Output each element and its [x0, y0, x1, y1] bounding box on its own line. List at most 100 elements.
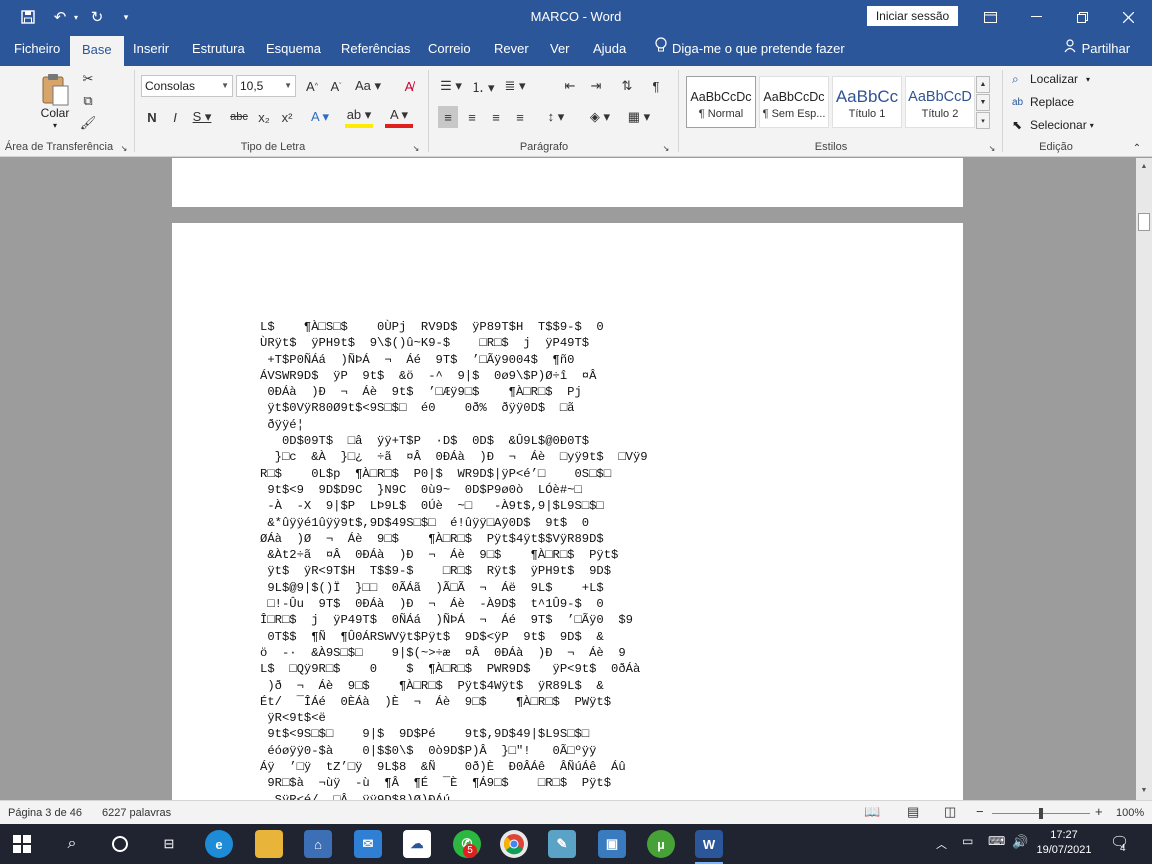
zoom-in-icon[interactable]: + [1095, 804, 1103, 819]
zoom-slider[interactable] [992, 808, 1090, 819]
close-icon[interactable] [1105, 0, 1151, 34]
notepad-icon[interactable]: ✎ [548, 830, 576, 858]
paragraph-launcher-icon[interactable]: ↘ [660, 142, 672, 154]
pilcrow-icon[interactable]: ¶ [646, 76, 666, 96]
utorrent-icon[interactable]: µ [647, 830, 675, 858]
shrink-font-icon[interactable]: Aˇ [326, 76, 346, 96]
ribbon-display-options-icon[interactable] [967, 0, 1013, 34]
highlight-icon[interactable]: ab ▾ [345, 106, 373, 128]
styles-launcher-icon[interactable]: ↘ [986, 142, 998, 154]
tab-correio[interactable]: Correio [426, 34, 473, 66]
clear-formatting-icon[interactable]: A̸ [398, 76, 420, 96]
minimize-icon[interactable] [1013, 0, 1059, 34]
italic-icon[interactable]: I [166, 106, 184, 128]
tab-ver[interactable]: Ver [548, 34, 572, 66]
tab-ficheiro[interactable]: Ficheiro [12, 34, 62, 66]
line-spacing-icon[interactable]: ↕ ▾ [542, 106, 570, 128]
word-icon[interactable]: W [695, 830, 723, 858]
document-text[interactable]: L$ ¶À□S□$ 0ÙPj RV9D$ ÿP89T$H T$$9-$ 0 ÙR… [260, 319, 880, 800]
search-icon[interactable]: ⌕ [58, 830, 86, 858]
chevron-up-icon[interactable]: ︿ [936, 836, 947, 852]
find-button[interactable]: ⌕ Localizar ▾ [1012, 70, 1090, 88]
document-page[interactable]: L$ ¶À□S□$ 0ÙPj RV9D$ ÿP89T$H T$$9-$ 0 ÙR… [172, 223, 963, 800]
strikethrough-icon[interactable]: abc [228, 106, 250, 128]
keyboard-icon[interactable]: ⌨ [988, 834, 1005, 848]
scrollbar-thumb[interactable] [1138, 213, 1150, 231]
control-panel-icon[interactable]: ▣ [598, 830, 626, 858]
borders-icon[interactable]: ▦ ▾ [625, 106, 653, 128]
font-launcher-icon[interactable]: ↘ [410, 142, 422, 154]
tell-me-search[interactable]: Diga-me o que pretende fazer [650, 34, 845, 66]
style-heading-1[interactable]: AaBbCc Título 1 [832, 76, 902, 128]
align-center-icon[interactable]: ≡ [462, 106, 482, 128]
tab-inserir[interactable]: Inserir [131, 34, 171, 66]
bullets-icon[interactable]: ☰ ▾ [438, 76, 464, 96]
font-name-combo[interactable]: Consolas ▼ [141, 75, 233, 97]
scroll-up-icon[interactable]: ▲ [1138, 160, 1150, 174]
shading-icon[interactable]: ◈ ▾ [586, 106, 614, 128]
web-layout-icon[interactable]: ◫ [944, 804, 956, 820]
zoom-slider-thumb[interactable] [1039, 808, 1043, 819]
undo-dropdown-icon[interactable]: ▾ [70, 0, 82, 34]
mail-icon[interactable]: ✉ [354, 830, 382, 858]
redo-icon[interactable]: ↻ [85, 0, 109, 34]
windows-start-icon[interactable] [8, 830, 36, 858]
numbering-icon[interactable]: ⒈ ▾ [470, 76, 496, 96]
bold-icon[interactable]: N [143, 106, 161, 128]
subscript-icon[interactable]: x₂ [254, 106, 274, 128]
file-explorer-icon[interactable] [255, 830, 283, 858]
tab-estrutura[interactable]: Estrutura [190, 34, 247, 66]
customize-toolbar-icon[interactable]: ▾ [118, 0, 134, 34]
scroll-down-icon[interactable]: ▼ [1138, 784, 1150, 798]
tab-esquema[interactable]: Esquema [264, 34, 323, 66]
sort-icon[interactable]: ⇅ [617, 76, 637, 96]
style-no-spacing[interactable]: AaBbCcDc ¶ Sem Esp... [759, 76, 829, 128]
task-view-icon[interactable]: ⊟ [155, 830, 183, 858]
multilevel-list-icon[interactable]: ≣ ▾ [502, 76, 528, 96]
read-mode-icon[interactable]: 📖 [864, 804, 880, 820]
styles-scroll-up-icon[interactable]: ▲ [976, 76, 990, 93]
styles-scroll-down-icon[interactable]: ▼ [976, 94, 990, 111]
clock[interactable]: 17:27 19/07/2021 [1034, 828, 1094, 858]
chrome-icon[interactable] [500, 830, 528, 858]
decrease-indent-icon[interactable]: ⇤ [560, 76, 580, 96]
style-normal[interactable]: AaBbCcDc ¶ Normal [686, 76, 756, 128]
tab-referencias[interactable]: Referências [339, 34, 412, 66]
tab-base[interactable]: Base [70, 36, 124, 66]
copy-icon[interactable]: ⧉ [79, 92, 97, 110]
cortana-icon[interactable] [106, 830, 134, 858]
text-effects-icon[interactable]: A ▾ [307, 106, 333, 128]
style-heading-2[interactable]: AaBbCcD Título 2 [905, 76, 975, 128]
underline-icon[interactable]: S ▾ [190, 106, 214, 128]
weather-icon[interactable]: ☁ [403, 830, 431, 858]
store-icon[interactable]: ⌂ [304, 830, 332, 858]
share-button[interactable]: Partilhar [1064, 34, 1130, 66]
restore-icon[interactable] [1059, 0, 1105, 34]
justify-icon[interactable]: ≡ [510, 106, 530, 128]
tab-rever[interactable]: Rever [492, 34, 531, 66]
sign-in-button[interactable]: Iniciar sessão [867, 6, 958, 26]
edge-icon[interactable]: e [205, 830, 233, 858]
align-left-icon[interactable]: ≡ [438, 106, 458, 128]
cut-icon[interactable]: ✂ [79, 70, 97, 88]
styles-more-icon[interactable]: ▾ [976, 112, 990, 129]
replace-button[interactable]: ab Replace [1012, 93, 1074, 111]
clipboard-launcher-icon[interactable]: ↘ [118, 142, 130, 154]
page-count[interactable]: Página 3 de 46 [8, 807, 82, 819]
font-size-combo[interactable]: 10,5 ▼ [236, 75, 296, 97]
word-count[interactable]: 6227 palavras [102, 807, 171, 819]
align-right-icon[interactable]: ≡ [486, 106, 506, 128]
network-icon[interactable]: ▭ [962, 834, 973, 848]
volume-icon[interactable]: 🔊 [1012, 834, 1028, 850]
font-color-icon[interactable]: A ▾ [385, 106, 413, 128]
tab-ajuda[interactable]: Ajuda [591, 34, 628, 66]
zoom-level[interactable]: 100% [1116, 807, 1144, 819]
zoom-out-icon[interactable]: − [976, 804, 984, 819]
superscript-icon[interactable]: x² [277, 106, 297, 128]
paste-icon[interactable] [38, 72, 72, 108]
change-case-icon[interactable]: Aa ▾ [353, 76, 383, 96]
paste-dropdown-icon[interactable]: ▾ [38, 121, 72, 130]
print-layout-icon[interactable]: ▤ [907, 804, 919, 820]
save-icon[interactable] [14, 0, 42, 34]
increase-indent-icon[interactable]: ⇥ [586, 76, 606, 96]
